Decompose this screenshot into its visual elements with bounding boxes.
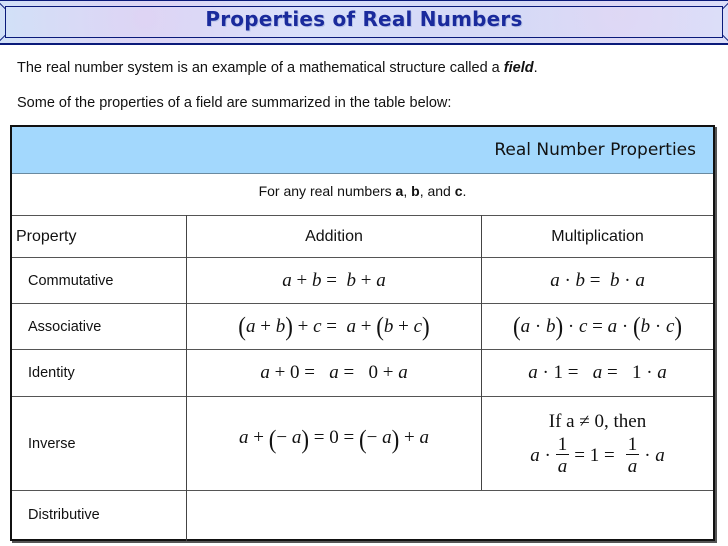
frac-denominator: a	[627, 456, 638, 477]
intro-line-1: The real number system is an example of …	[17, 60, 538, 76]
intro-period: .	[533, 60, 538, 76]
intro-line-2: Some of the properties of a field are su…	[17, 95, 452, 111]
inverse-equation: a · 1a = 1 = 1a · a	[530, 435, 665, 476]
column-header-addition: Addition	[305, 227, 363, 245]
bevel-corner	[0, 34, 6, 42]
frac-denominator: a	[557, 456, 568, 477]
properties-table: Real Number Properties For any real numb…	[10, 125, 715, 541]
bevel-corner	[722, 34, 728, 42]
page-title: Properties of Real Numbers	[205, 7, 523, 31]
frac-numerator: 1	[625, 434, 640, 455]
intro-text: The real number system is an example of …	[17, 60, 504, 76]
subtitle-sep: , and	[419, 183, 455, 199]
column-header-multiplication: Multiplication	[551, 227, 644, 245]
eq-lhs: a ·	[530, 444, 551, 466]
subtitle-suffix: .	[462, 183, 467, 199]
subtitle-sep: ,	[403, 183, 412, 199]
formula-commutative-multiplication: a · b = b · a	[550, 269, 645, 291]
fraction-one-over-a: 1a	[555, 434, 570, 477]
formula-distributive	[187, 491, 713, 539]
eq-rhs: · a	[644, 444, 665, 466]
table-caption-bar: Real Number Properties	[12, 127, 713, 174]
row-label-associative: Associative	[28, 318, 102, 335]
row-label-inverse: Inverse	[28, 435, 76, 452]
var-b: b	[411, 183, 420, 199]
fraction-one-over-a: 1a	[625, 434, 640, 477]
table-subtitle: For any real numbers a, b, and c.	[12, 183, 713, 199]
row-label-distributive: Distributive	[28, 507, 100, 523]
row-label-identity: Identity	[28, 365, 75, 381]
formula-associative-addition: (a + b) + c = a + (b + c)	[238, 311, 430, 341]
formula-identity-addition: a + 0 = a = 0 + a	[260, 362, 408, 383]
field-emphasis: field	[503, 60, 534, 76]
subtitle-prefix: For any real numbers	[258, 183, 396, 199]
inverse-condition: If a ≠ 0, then	[548, 411, 647, 432]
frac-numerator: 1	[555, 434, 570, 455]
formula-inverse-multiplication: If a ≠ 0, then a · 1a = 1 = 1a · a	[482, 397, 713, 490]
row-label-commutative: Commutative	[28, 272, 114, 289]
title-banner: Properties of Real Numbers	[0, 0, 728, 45]
formula-commutative-addition: a + b = b + a	[282, 269, 386, 291]
formula-inverse-addition: a + (− a) = 0 = (− a) + a	[239, 425, 429, 454]
table-caption: Real Number Properties	[494, 140, 696, 160]
eq-mid: = 1 =	[574, 444, 615, 466]
formula-identity-multiplication: a · 1 = a = 1 · a	[528, 362, 667, 383]
column-header-property: Property	[16, 227, 77, 245]
formula-associative-multiplication: (a · b) · c = a · (b · c)	[512, 311, 683, 341]
var-c: c	[454, 183, 463, 199]
